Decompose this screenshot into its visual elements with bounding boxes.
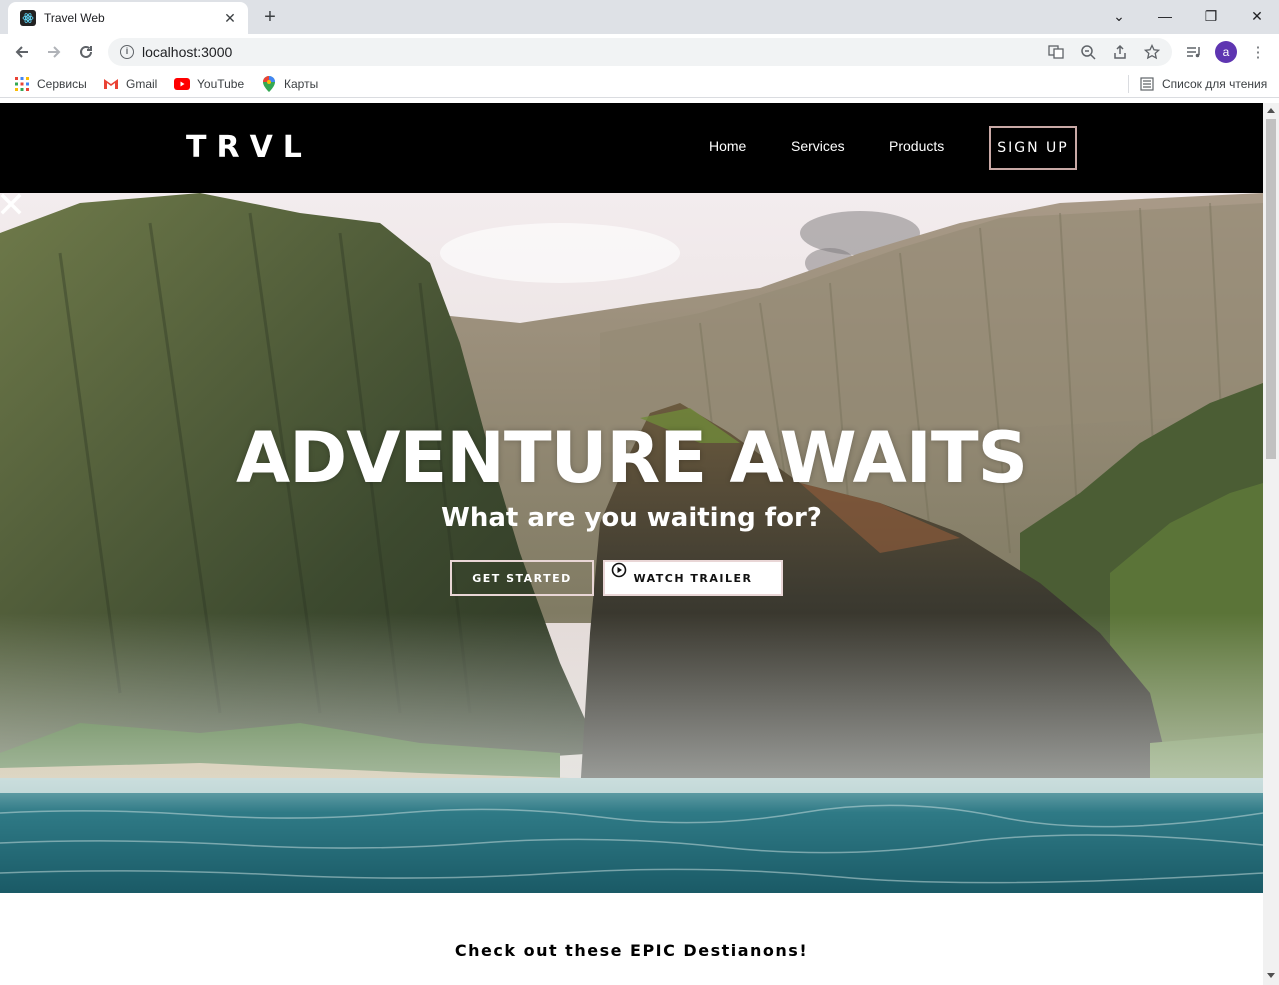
share-icon[interactable] [1108,40,1132,64]
get-started-label: GET STARTED [472,571,572,585]
watch-trailer-label: WATCH TRAILER [633,571,753,585]
minimize-icon[interactable]: — [1151,4,1179,28]
menu-kebab-icon[interactable]: ⋮ [1244,38,1272,66]
reload-icon[interactable] [72,38,100,66]
hero-section: ADVENTURE AWAITS What are you waiting fo… [0,193,1263,893]
reading-list-icon [1139,76,1155,92]
site-navbar: TRVL Home Services Products SIGN UP [0,103,1263,193]
profile-avatar[interactable]: a [1212,38,1240,66]
hero-title: ADVENTURE AWAITS [235,417,1028,499]
bookmark-label: Gmail [126,77,158,91]
bookmark-label: Карты [284,77,319,91]
page-viewport: TRVL Home Services Products SIGN UP ADVE… [0,103,1263,985]
youtube-icon [174,76,190,92]
close-x-icon[interactable] [0,193,22,215]
avatar: a [1215,41,1237,63]
site-info-icon[interactable]: i [120,45,134,59]
tab-search-icon[interactable]: ⌄ [1105,4,1133,28]
site-logo[interactable]: TRVL [186,130,312,165]
close-window-icon[interactable]: ✕ [1243,4,1271,28]
reading-list-button[interactable]: Список для чтения [1128,75,1267,93]
browser-tab[interactable]: Travel Web ✕ [8,2,248,34]
hero-background-image [0,193,1263,893]
forward-icon[interactable] [40,38,68,66]
bookmark-maps[interactable]: Карты [261,75,318,93]
react-favicon-icon [20,10,36,26]
get-started-button[interactable]: GET STARTED [450,560,594,596]
scroll-down-icon[interactable] [1267,973,1275,978]
maps-icon [261,76,277,92]
nav-link-home[interactable]: Home [709,138,746,154]
back-icon[interactable] [8,38,36,66]
watch-trailer-button[interactable]: WATCH TRAILER [603,560,783,596]
url-text[interactable]: localhost:3000 [142,44,1044,60]
nav-link-products[interactable]: Products [889,138,944,154]
bookmark-services[interactable]: Сервисы [14,75,87,93]
reading-list-icon[interactable] [1180,38,1208,66]
translate-icon[interactable] [1044,40,1068,64]
bookmark-gmail[interactable]: Gmail [103,75,157,93]
scroll-up-icon[interactable] [1267,108,1275,113]
section-heading: Check out these EPIC Destianons! [454,941,809,960]
bookmarks-bar: Сервисы Gmail YouTube Карты Список для ч… [0,70,1279,98]
page-scrollbar[interactable] [1263,103,1279,985]
bookmark-youtube[interactable]: YouTube [174,75,244,93]
zoom-icon[interactable] [1076,40,1100,64]
bookmark-label: Сервисы [37,77,87,91]
bookmark-label: YouTube [197,77,245,91]
hero-subtitle: What are you waiting for? [441,503,822,533]
tab-title: Travel Web [44,11,105,25]
nav-link-services[interactable]: Services [791,138,845,154]
bookmark-star-icon[interactable] [1140,40,1164,64]
gmail-icon [103,76,119,92]
signup-button[interactable]: SIGN UP [989,126,1077,170]
tab-close-icon[interactable]: ✕ [222,10,238,26]
play-circle-icon [611,562,627,578]
apps-grid-icon [14,76,30,92]
browser-tabstrip: Travel Web ✕ + ⌄ — ❐ ✕ [0,0,1279,34]
scrollbar-thumb[interactable] [1266,119,1276,459]
reading-list-label: Список для чтения [1162,77,1268,91]
new-tab-icon[interactable]: + [258,6,282,30]
restore-icon[interactable]: ❐ [1197,4,1225,28]
address-bar[interactable]: i localhost:3000 [108,38,1172,66]
browser-toolbar: i localhost:3000 a ⋮ [0,34,1279,70]
